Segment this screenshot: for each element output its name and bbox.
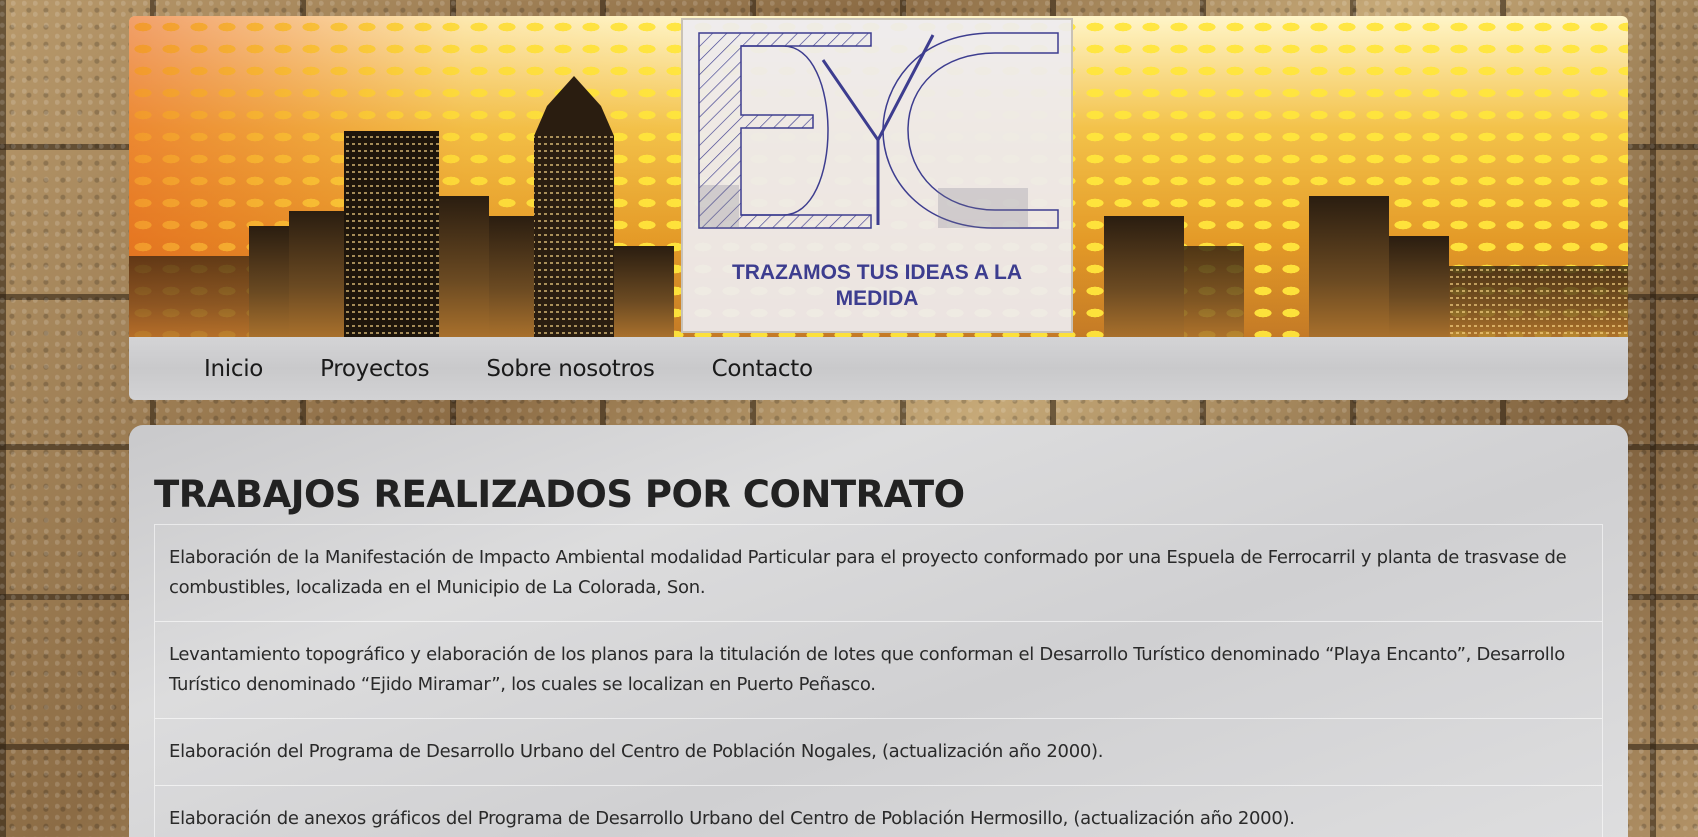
nav-link-contacto[interactable]: Contacto — [712, 356, 813, 382]
page-title: TRABAJOS REALIZADOS POR CONTRATO — [154, 473, 965, 516]
page-container: TRAZAMOS TUS IDEAS A LA MEDIDA Inicio Pr… — [129, 16, 1628, 837]
list-item: Elaboración del Programa de Desarrollo U… — [155, 719, 1602, 786]
main-navigation: Inicio Proyectos Sobre nosotros Contacto — [129, 337, 1628, 400]
jobs-list: Elaboración de la Manifestación de Impac… — [154, 524, 1603, 837]
header-banner: TRAZAMOS TUS IDEAS A LA MEDIDA — [129, 16, 1628, 337]
nav-link-proyectos[interactable]: Proyectos — [320, 356, 430, 382]
nav-link-inicio[interactable]: Inicio — [204, 356, 263, 382]
main-content: TRABAJOS REALIZADOS POR CONTRATO Elabora… — [129, 425, 1628, 837]
list-item: Elaboración de la Manifestación de Impac… — [155, 525, 1602, 622]
list-item: Levantamiento topográfico y elaboración … — [155, 622, 1602, 719]
logo-tagline: TRAZAMOS TUS IDEAS A LA MEDIDA — [731, 261, 1023, 310]
company-logo: TRAZAMOS TUS IDEAS A LA MEDIDA — [681, 18, 1073, 333]
nav-link-sobre-nosotros[interactable]: Sobre nosotros — [486, 356, 655, 382]
list-item: Elaboración de anexos gráficos del Progr… — [155, 786, 1602, 837]
